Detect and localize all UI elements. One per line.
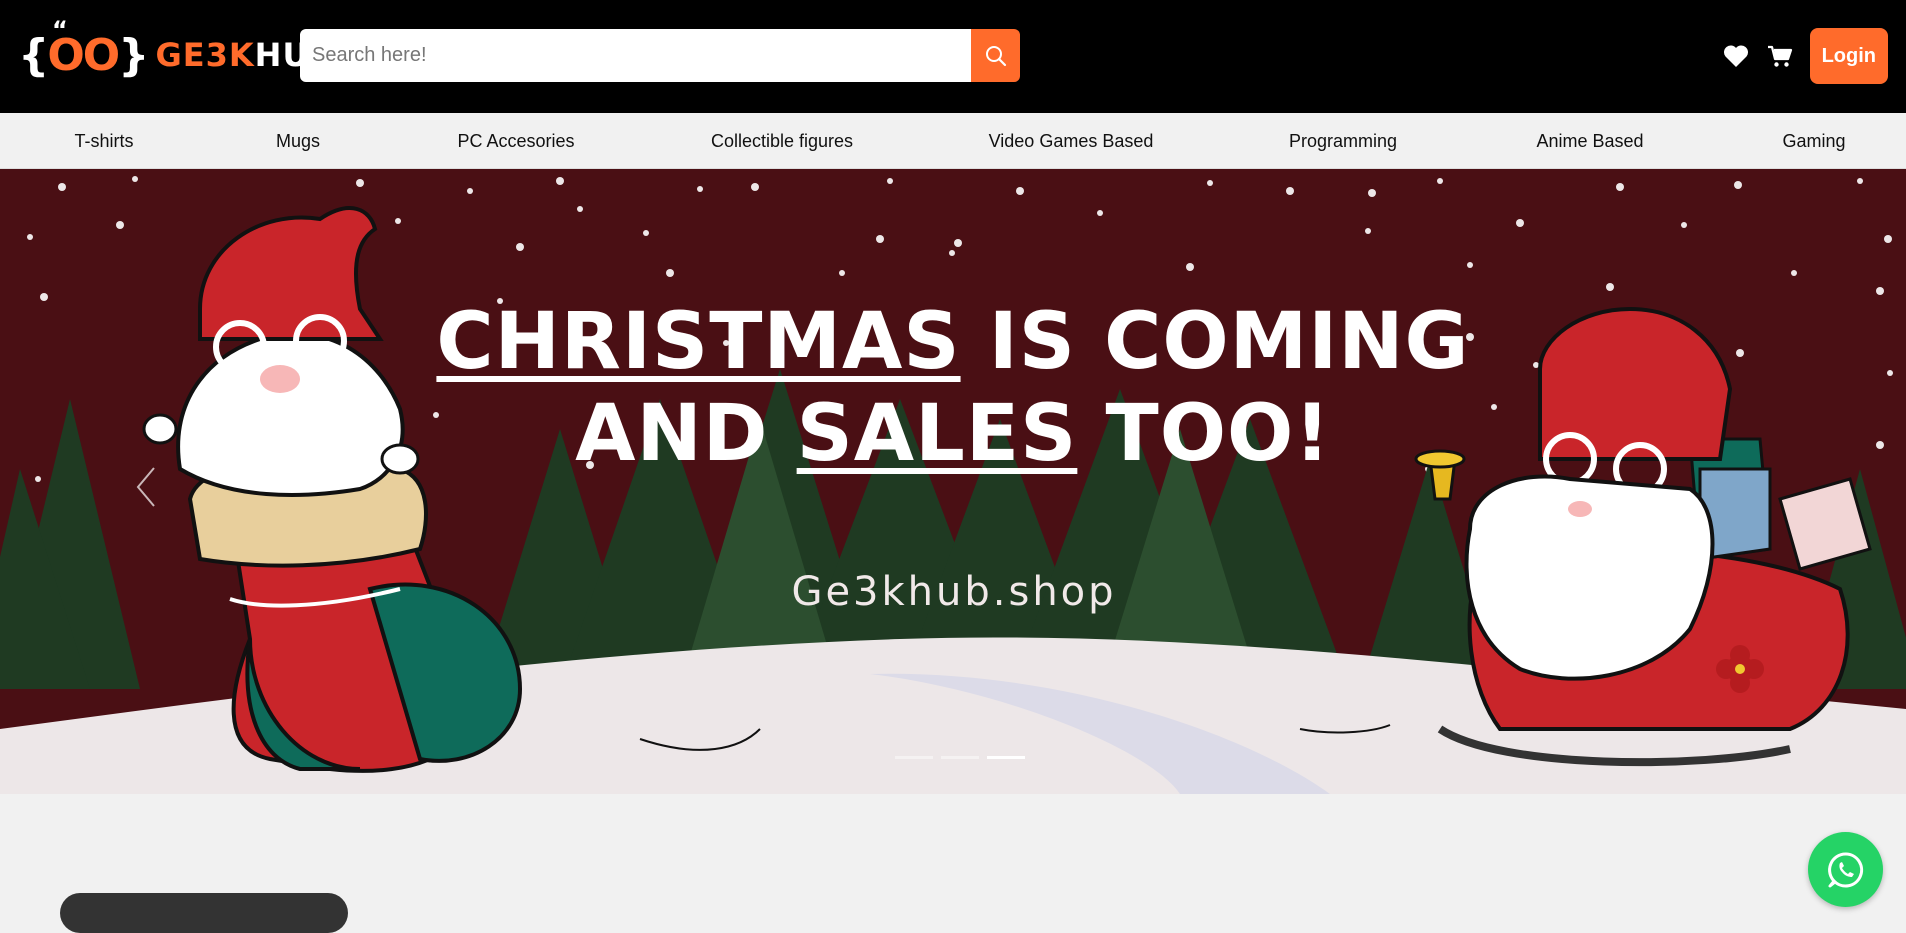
logo-mark: {OO} “ (18, 15, 149, 81)
category-link-gaming[interactable]: Gaming (1782, 113, 1845, 169)
search-input[interactable] (300, 29, 971, 82)
wishlist-button[interactable] (1714, 28, 1758, 84)
category-link-video-games[interactable]: Video Games Based (989, 113, 1154, 169)
chevron-left-icon (136, 467, 155, 507)
category-link-collectible-figures[interactable]: Collectible figures (711, 113, 853, 169)
carousel-dot-1[interactable] (895, 756, 933, 759)
login-button[interactable]: Login (1809, 28, 1888, 84)
header-actions: Login (1714, 28, 1888, 84)
carousel-dot-2[interactable] (941, 756, 979, 759)
category-link-pc-accessories[interactable]: PC Accesories (457, 113, 574, 169)
whatsapp-button[interactable] (1808, 832, 1883, 907)
category-link-programming[interactable]: Programming (1289, 113, 1397, 169)
carousel-prev-button[interactable] (132, 462, 162, 512)
category-link-tshirts[interactable]: T-shirts (74, 113, 133, 169)
site-logo[interactable]: {OO} “ GE3KHUB (18, 15, 335, 84)
heart-icon (1723, 45, 1748, 67)
section-heading-pill (60, 893, 348, 933)
cart-icon (1767, 45, 1792, 67)
search-bar (300, 29, 1020, 82)
search-icon (985, 45, 1006, 66)
category-link-mugs[interactable]: Mugs (276, 113, 320, 169)
hero-carousel[interactable]: CHRISTMAS IS COMING AND SALES TOO! Ge3kh… (0, 169, 1906, 794)
search-button[interactable] (971, 29, 1020, 82)
whatsapp-icon (1827, 851, 1863, 887)
banner-headline-line2: AND SALES TOO! (575, 389, 1331, 479)
carousel-indicators (895, 756, 1025, 759)
site-header: {OO}“ GE3KHUB Login (0, 0, 1906, 113)
cart-button[interactable] (1758, 28, 1802, 84)
banner-site-name: Ge3khub.shop (791, 569, 1117, 615)
carousel-dot-3[interactable] (987, 756, 1025, 759)
banner-headline-line1: CHRISTMAS IS COMING (436, 297, 1470, 387)
category-link-anime[interactable]: Anime Based (1536, 113, 1643, 169)
category-nav: T-shirts Mugs PC Accesories Collectible … (0, 113, 1906, 169)
banner-illustration (0, 169, 1906, 794)
